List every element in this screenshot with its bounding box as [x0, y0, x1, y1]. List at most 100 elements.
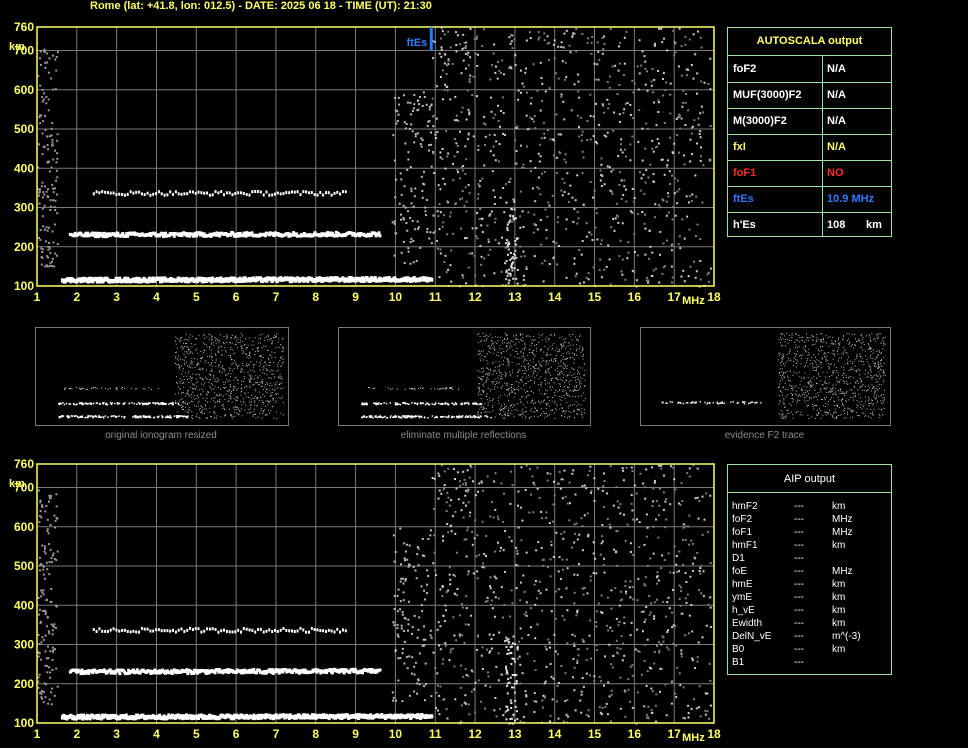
- noise-dot: [434, 569, 437, 572]
- y-tick-label: 500: [14, 559, 34, 573]
- noise-dot: [46, 528, 49, 531]
- noise-dot: [696, 656, 699, 659]
- noise-dot: [490, 599, 493, 602]
- thumb-noise: [227, 380, 229, 382]
- thumb-noise: [241, 404, 243, 406]
- noise-dot: [476, 534, 479, 537]
- trace-point: [510, 645, 513, 648]
- noise-dot: [687, 704, 690, 707]
- thumb-noise: [272, 373, 274, 375]
- thumb-noise: [242, 341, 244, 343]
- noise-dot: [621, 467, 624, 470]
- thumb-noise: [267, 349, 269, 351]
- thumb-noise: [270, 361, 272, 363]
- noise-dot: [644, 584, 647, 587]
- thumb-noise: [196, 358, 198, 360]
- noise-dot: [406, 558, 409, 561]
- thumb-noise: [215, 340, 217, 342]
- noise-dot: [580, 517, 583, 520]
- thumb-noise: [264, 337, 266, 339]
- noise-dot: [497, 679, 500, 682]
- thumb-noise: [282, 387, 284, 389]
- x-tick-label: 7: [273, 727, 280, 741]
- autoscala-row-divider: [728, 108, 891, 109]
- noise-dot: [46, 530, 49, 532]
- noise-dot: [463, 478, 466, 481]
- noise-dot: [445, 609, 447, 612]
- thumb-noise: [233, 388, 235, 390]
- trace-point: [115, 628, 118, 632]
- thumb-noise: [246, 356, 248, 358]
- trace-point: [513, 682, 516, 685]
- noise-dot: [664, 500, 667, 503]
- noise-dot: [47, 702, 50, 705]
- thumb-noise: [268, 362, 270, 364]
- noise-dot: [589, 674, 591, 677]
- thumb-noise: [192, 417, 193, 419]
- thumb-noise: [243, 398, 244, 400]
- trace-point: [302, 628, 305, 632]
- noise-dot: [690, 604, 693, 606]
- noise-dot: [621, 598, 624, 601]
- noise-dot: [544, 680, 547, 683]
- noise-dot: [553, 494, 556, 497]
- noise-dot: [656, 645, 658, 647]
- noise-dot: [410, 672, 413, 675]
- noise-dot: [429, 629, 432, 632]
- thumb-noise: [203, 349, 205, 351]
- trace-point: [160, 629, 163, 633]
- noise-dot: [616, 646, 619, 649]
- thumb-noise: [281, 382, 283, 384]
- trace-point: [510, 663, 513, 665]
- thumb-noise: [240, 369, 242, 371]
- noise-dot: [42, 701, 45, 704]
- thumb-noise: [257, 397, 259, 399]
- thumb-noise: [266, 374, 268, 376]
- trace-point: [510, 702, 513, 704]
- trace-point: [291, 629, 293, 633]
- thumb-noise: [250, 377, 252, 379]
- thumb-noise: [271, 384, 273, 386]
- trace-point: [186, 672, 190, 676]
- autoscala-label: ftEs: [733, 193, 754, 205]
- noise-dot: [583, 484, 586, 487]
- thumb-noise: [188, 337, 190, 339]
- noise-dot: [653, 662, 656, 665]
- thumb-noise: [270, 392, 272, 394]
- thumb-noise: [183, 402, 185, 404]
- noise-dot: [498, 631, 501, 634]
- noise-dot: [674, 692, 677, 695]
- thumb-noise: [263, 389, 265, 390]
- y-tick-label: 200: [14, 677, 34, 691]
- trace-point: [305, 630, 308, 634]
- thumb-noise: [265, 414, 266, 416]
- thumb-noise: [269, 400, 271, 402]
- noise-dot: [480, 480, 483, 483]
- noise-dot: [410, 633, 413, 635]
- noise-dot: [679, 604, 682, 607]
- thumb-noise: [186, 417, 188, 419]
- y-tick-label: 760: [14, 457, 34, 471]
- noise-dot: [46, 568, 49, 571]
- noise-dot: [458, 633, 461, 636]
- trace-point: [268, 628, 271, 632]
- noise-dot: [697, 517, 700, 520]
- noise-dot: [393, 608, 396, 610]
- trace-point: [342, 671, 346, 675]
- thumb-noise: [271, 357, 273, 359]
- noise-dot: [422, 638, 425, 641]
- noise-dot: [690, 707, 693, 710]
- thumb-noise: [252, 366, 254, 368]
- noise-dot: [459, 686, 462, 689]
- noise-dot: [467, 573, 470, 576]
- thumb-noise: [241, 371, 242, 373]
- thumb-noise: [210, 416, 211, 418]
- thumb-noise: [260, 363, 262, 365]
- noise-dot: [436, 709, 439, 712]
- noise-dot: [408, 655, 411, 658]
- thumb-noise: [182, 348, 184, 350]
- noise-dot: [623, 616, 626, 619]
- thumb-noise: [187, 390, 189, 392]
- trace-point: [234, 630, 237, 634]
- thumb-noise: [184, 356, 186, 358]
